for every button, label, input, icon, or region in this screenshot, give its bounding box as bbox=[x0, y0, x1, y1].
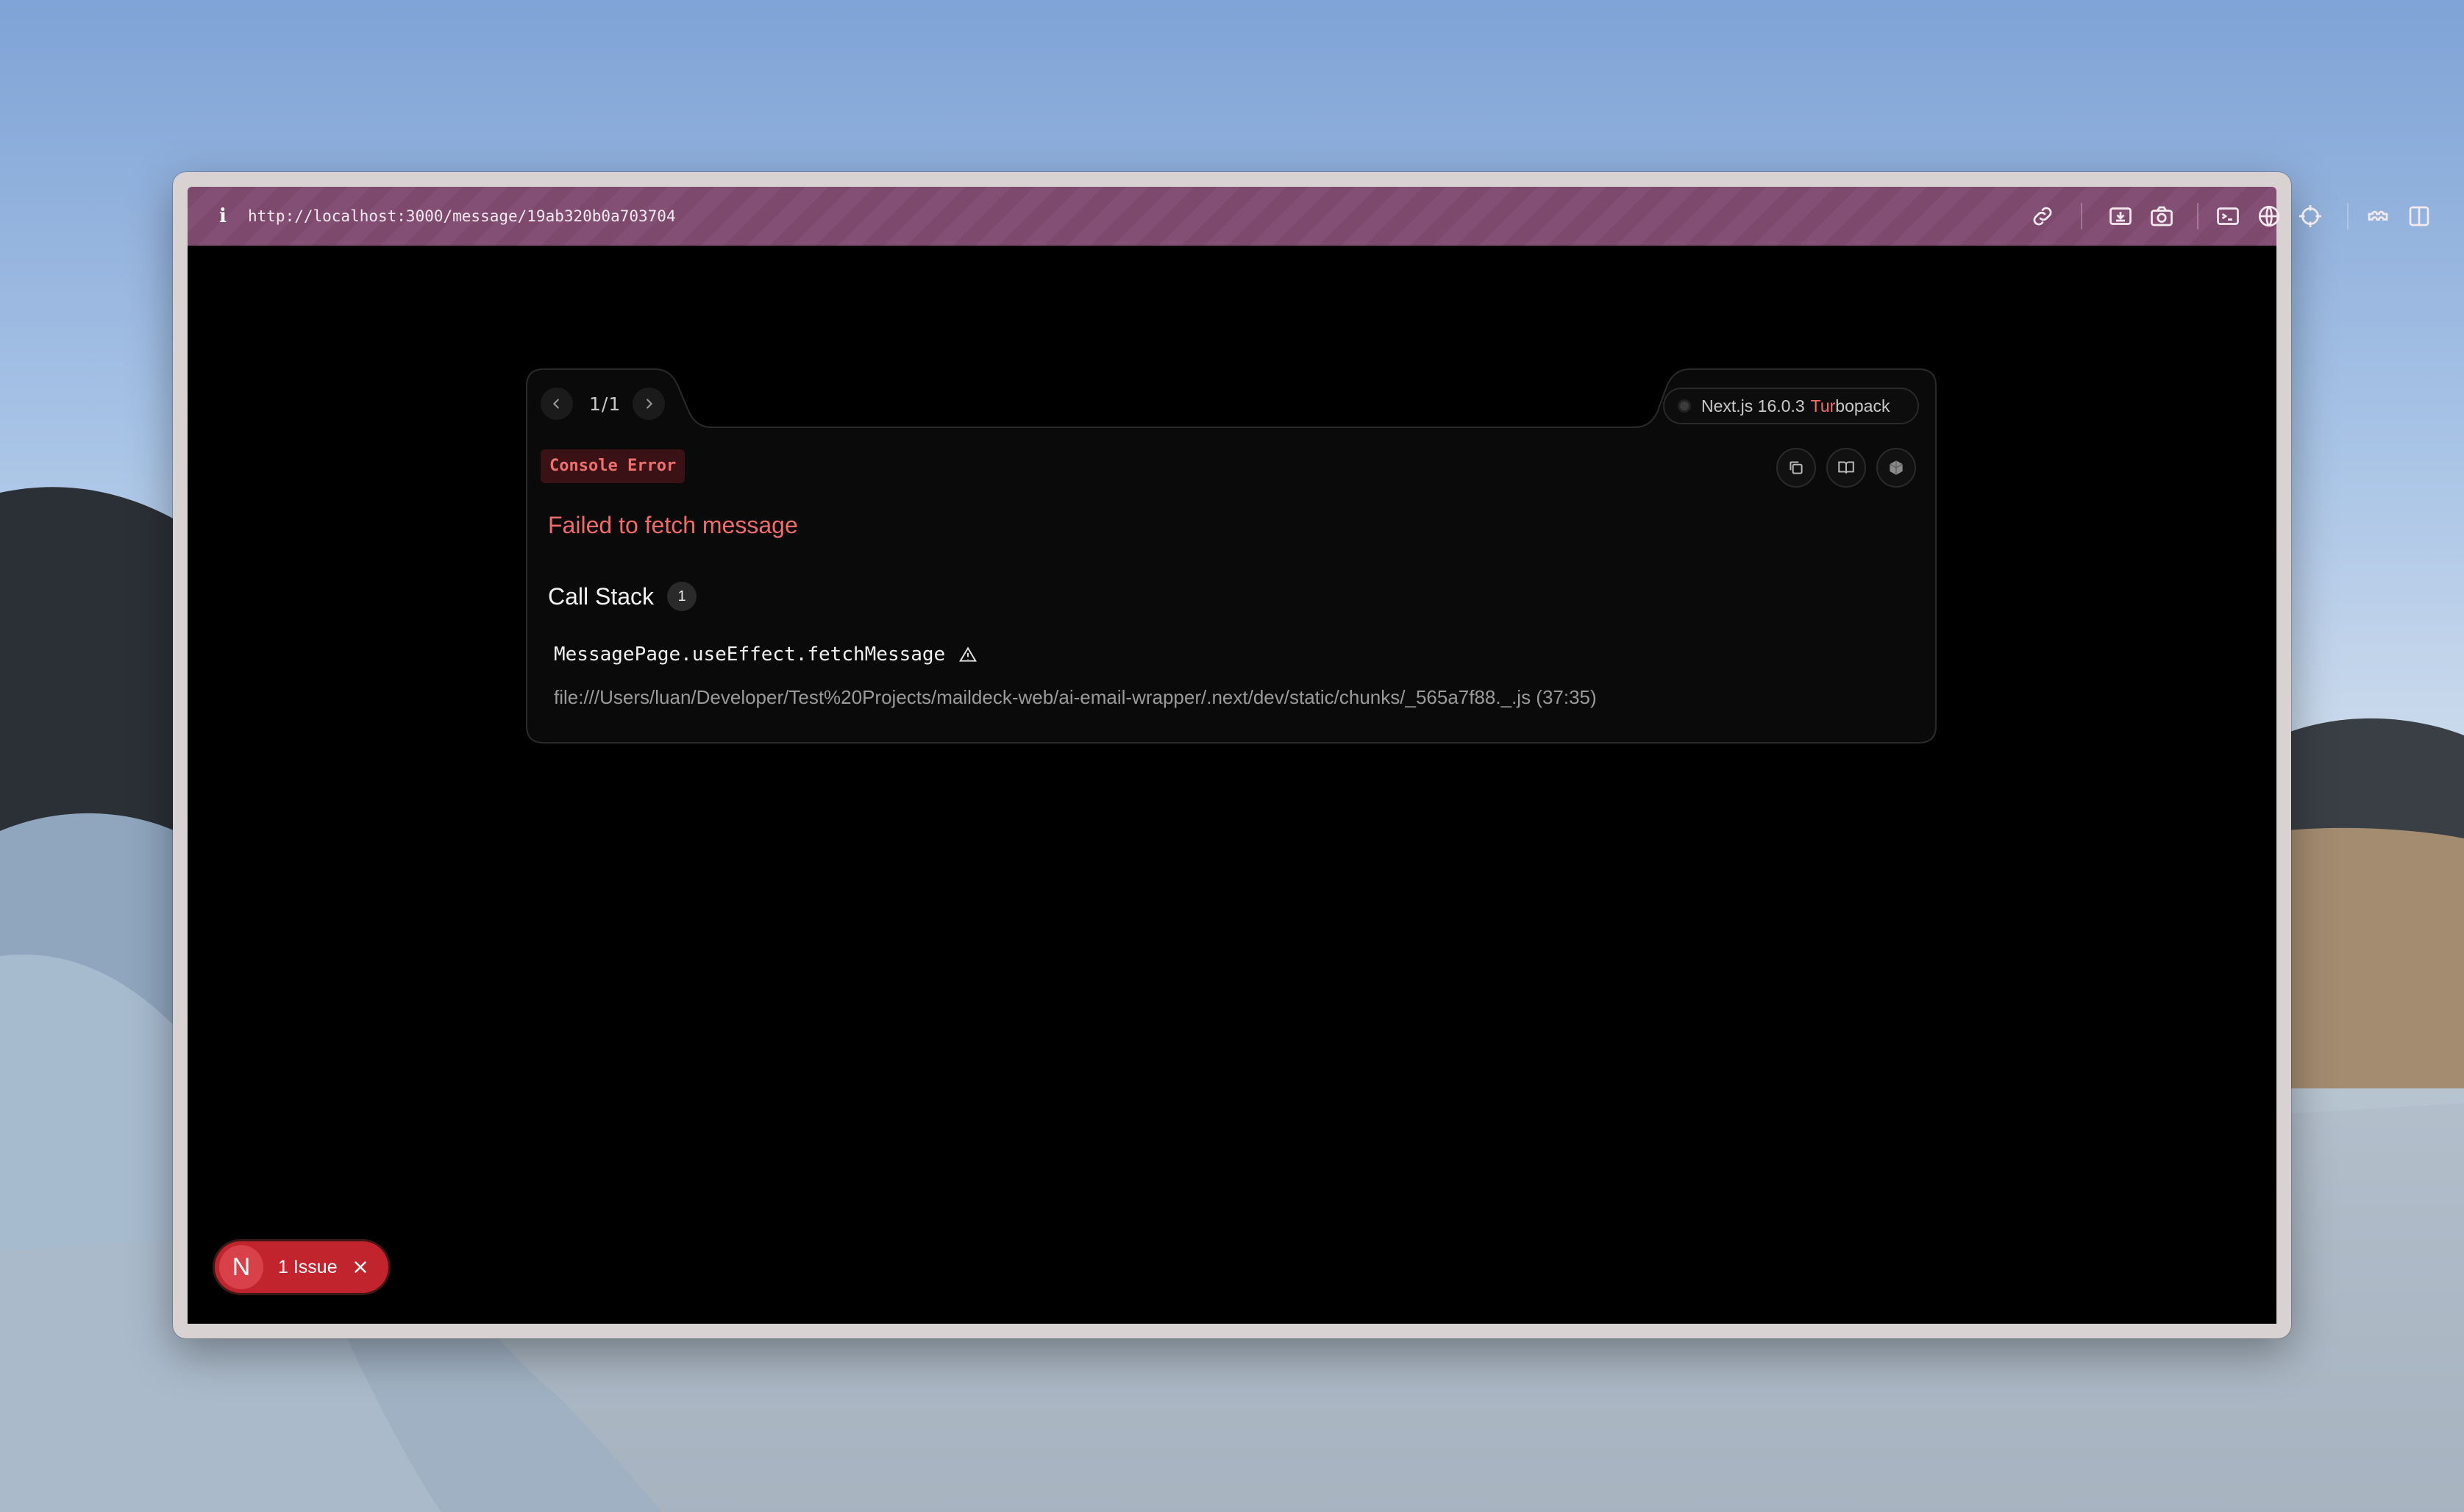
issues-count-label[interactable]: 1 Issue bbox=[278, 1257, 338, 1278]
extensions-icon[interactable] bbox=[2365, 203, 2391, 229]
next-error-button[interactable] bbox=[633, 388, 666, 420]
nextjs-logo-icon[interactable]: N bbox=[219, 1245, 263, 1289]
terminal-icon[interactable] bbox=[2215, 203, 2241, 229]
docs-button[interactable] bbox=[1826, 448, 1866, 488]
address-bar-url[interactable]: http://localhost:3000/message/19ab320b0a… bbox=[248, 202, 676, 231]
chevron-right-icon bbox=[647, 399, 653, 409]
issues-indicator[interactable]: N 1 Issue bbox=[215, 1241, 388, 1293]
error-message: Failed to fetch message bbox=[548, 512, 798, 538]
devtools-button[interactable] bbox=[1876, 448, 1916, 488]
status-dot-icon bbox=[1678, 399, 1691, 413]
close-icon[interactable] bbox=[351, 1258, 370, 1277]
page-viewport: 1/1 Next.js 16.0.3 Turbopack Console Err… bbox=[188, 246, 2276, 1324]
link-icon[interactable] bbox=[2029, 203, 2056, 229]
info-icon[interactable]: i bbox=[216, 202, 230, 231]
call-stack-count-badge: 1 bbox=[667, 582, 697, 611]
download-icon[interactable] bbox=[2107, 203, 2134, 229]
previous-error-button[interactable] bbox=[541, 388, 573, 420]
camera-icon[interactable] bbox=[2148, 203, 2175, 229]
stack-frame-function-name: MessagePage.useEffect.fetchMessage bbox=[554, 643, 946, 666]
browser-window: i http://localhost:3000/message/19ab320b… bbox=[173, 172, 2429, 1338]
cube-icon bbox=[1890, 460, 1903, 475]
nextjs-version: Next.js 16.0.3 bbox=[1701, 396, 1805, 416]
stack-frame-file-path[interactable]: file:///Users/luan/Developer/Test%20Proj… bbox=[554, 686, 1597, 709]
browser-toolbar: i http://localhost:3000/message/19ab320b… bbox=[188, 187, 2429, 246]
copy-error-button[interactable] bbox=[1776, 448, 1816, 488]
stack-frame-function[interactable]: MessagePage.useEffect.fetchMessage bbox=[554, 643, 978, 666]
warning-triangle-icon bbox=[959, 646, 978, 662]
toolbar-separator bbox=[2081, 203, 2082, 229]
bundler-name: Turbopack bbox=[1810, 396, 1890, 416]
crosshair-icon[interactable] bbox=[2297, 203, 2324, 229]
chevron-left-icon bbox=[552, 399, 559, 409]
error-overlay-dialog: 1/1 Next.js 16.0.3 Turbopack Console Err… bbox=[526, 368, 1937, 743]
error-pager: 1/1 bbox=[541, 386, 666, 421]
sidebar-icon[interactable] bbox=[2406, 203, 2432, 229]
copy-icon bbox=[1790, 461, 1803, 474]
error-count: 1/1 bbox=[589, 393, 622, 415]
error-type-badge: Console Error bbox=[541, 449, 686, 483]
toolbar-separator bbox=[2197, 203, 2198, 229]
call-stack-heading: Call Stack 1 bbox=[548, 582, 697, 611]
docs-book-icon bbox=[1838, 461, 1854, 474]
toolbar-separator bbox=[2347, 203, 2349, 229]
error-actions bbox=[1776, 448, 1916, 488]
globe-icon[interactable] bbox=[2256, 203, 2282, 229]
call-stack-label: Call Stack bbox=[548, 582, 655, 610]
nextjs-version-badge[interactable]: Next.js 16.0.3 Turbopack bbox=[1663, 388, 1919, 424]
